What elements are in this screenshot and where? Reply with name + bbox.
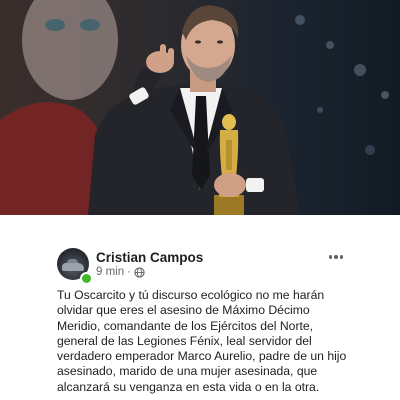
post-meta: 9 min ·: [96, 266, 145, 278]
post-text-line: general de las Legiones Fénix, leal serv…: [57, 333, 312, 348]
avatar-car-body: [62, 263, 84, 271]
post-photo[interactable]: [0, 0, 400, 215]
holding-hand: [214, 173, 246, 197]
facebook-post: Cristian Campos 9 min · Tu Oscarcito y t…: [0, 215, 400, 400]
post-text-line: olvidar que eres el asesino de Máximo Dé…: [57, 303, 310, 318]
post-time[interactable]: 9 min: [96, 266, 124, 278]
post-text-line: alcanzará su venganza en esta vida o en …: [57, 379, 320, 394]
post-body: Tu Oscarcito y tú discurso ecológico no …: [57, 288, 357, 395]
post-text-line: Meridio, comandante de los Ejércitos del…: [57, 318, 314, 333]
post-text-line: verdadero emperador Marco Aurelio, padre…: [57, 349, 347, 364]
meta-separator: ·: [127, 266, 131, 278]
post-text-line: asesinado, marido de una mujer asesinada…: [57, 364, 318, 379]
more-horizontal-icon[interactable]: [324, 249, 348, 265]
photo-illustration: [0, 0, 389, 215]
online-status-dot: [80, 272, 93, 285]
post-text-line: Tu Oscarcito y tú discurso ecológico no …: [57, 288, 325, 302]
joker-face-blur: [22, 0, 118, 100]
author-name[interactable]: Cristian Campos: [96, 250, 203, 265]
globe-icon[interactable]: [134, 266, 145, 278]
